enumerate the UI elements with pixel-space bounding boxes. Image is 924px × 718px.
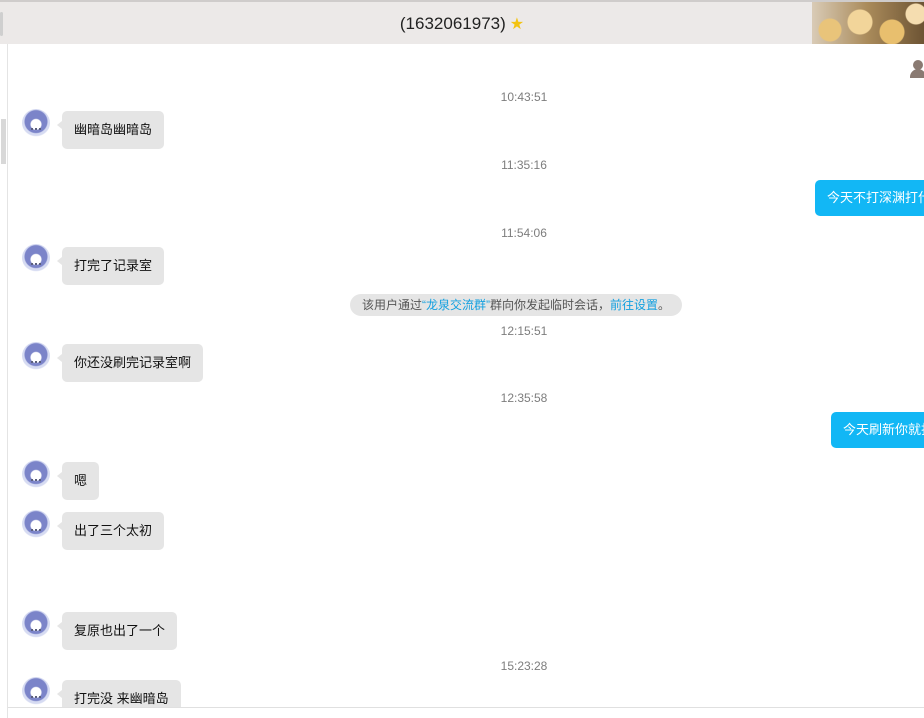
avatar[interactable] xyxy=(22,460,50,488)
received-message-bubble[interactable]: 复原也出了一个 xyxy=(56,612,178,650)
avatar[interactable] xyxy=(22,677,50,705)
avatar-detail xyxy=(31,263,41,267)
avatar[interactable] xyxy=(22,342,50,370)
received-message-bubble[interactable]: 嗯 xyxy=(56,462,100,500)
message-timestamp: 10:43:51 xyxy=(500,90,548,104)
message-timestamp: 12:35:58 xyxy=(500,391,548,405)
input-area-divider xyxy=(8,707,924,718)
skin-decoration-image xyxy=(812,2,924,44)
window-title-text: (1632061973) xyxy=(399,14,506,33)
sent-message-bubble[interactable]: 今天不打深渊打什 xyxy=(815,180,924,216)
sent-message-bubble[interactable]: 今天刷新你就打 xyxy=(831,412,924,448)
chat-history-panel: 10:43:51 幽暗岛幽暗岛 11:35:16 今天不打深渊打什 11:54:… xyxy=(8,44,924,707)
avatar-detail xyxy=(31,696,41,700)
message-timestamp: 12:15:51 xyxy=(500,324,548,338)
left-panel-scrollbar[interactable] xyxy=(1,119,6,164)
notice-text-before: 该用户通过 xyxy=(362,298,423,312)
left-panel-edge xyxy=(0,44,8,718)
title-bar: (1632061973) ★ xyxy=(0,0,924,44)
received-message-bubble[interactable]: 幽暗岛幽暗岛 xyxy=(56,111,165,149)
window-title: (1632061973) ★ xyxy=(0,14,924,34)
message-timestamp: 11:54:06 xyxy=(501,226,547,240)
received-message-bubble[interactable]: 打完了记录室 xyxy=(56,247,165,285)
avatar[interactable] xyxy=(22,244,50,272)
message-timestamp: 15:23:28 xyxy=(500,659,548,673)
avatar-detail xyxy=(31,629,41,633)
notice-group-link[interactable]: “龙泉交流群” xyxy=(422,298,490,312)
received-message-bubble[interactable]: 打完没 来幽暗岛 xyxy=(57,680,181,707)
avatar-detail xyxy=(31,529,41,533)
temporary-chat-notice: 该用户通过“龙泉交流群”群向你发起临时会话，前往设置。 xyxy=(350,294,683,316)
notice-text-after: 群向你发起临时会话， xyxy=(490,298,611,312)
avatar[interactable] xyxy=(22,610,50,638)
avatar-detail xyxy=(31,479,41,483)
avatar-detail xyxy=(31,128,41,132)
avatar[interactable] xyxy=(22,510,50,538)
notice-text-end: 。 xyxy=(658,298,671,312)
notice-settings-link[interactable]: 前往设置 xyxy=(610,298,658,312)
contact-icon-body xyxy=(910,69,924,78)
contact-icon[interactable] xyxy=(910,60,924,78)
avatar-detail xyxy=(31,361,41,365)
star-icon[interactable]: ★ xyxy=(510,14,524,34)
received-message-bubble[interactable]: 你还没刷完记录室啊 xyxy=(56,344,204,382)
message-timestamp: 11:35:16 xyxy=(501,158,547,172)
received-message-bubble[interactable]: 出了三个太初 xyxy=(56,512,165,550)
avatar[interactable] xyxy=(22,109,50,137)
